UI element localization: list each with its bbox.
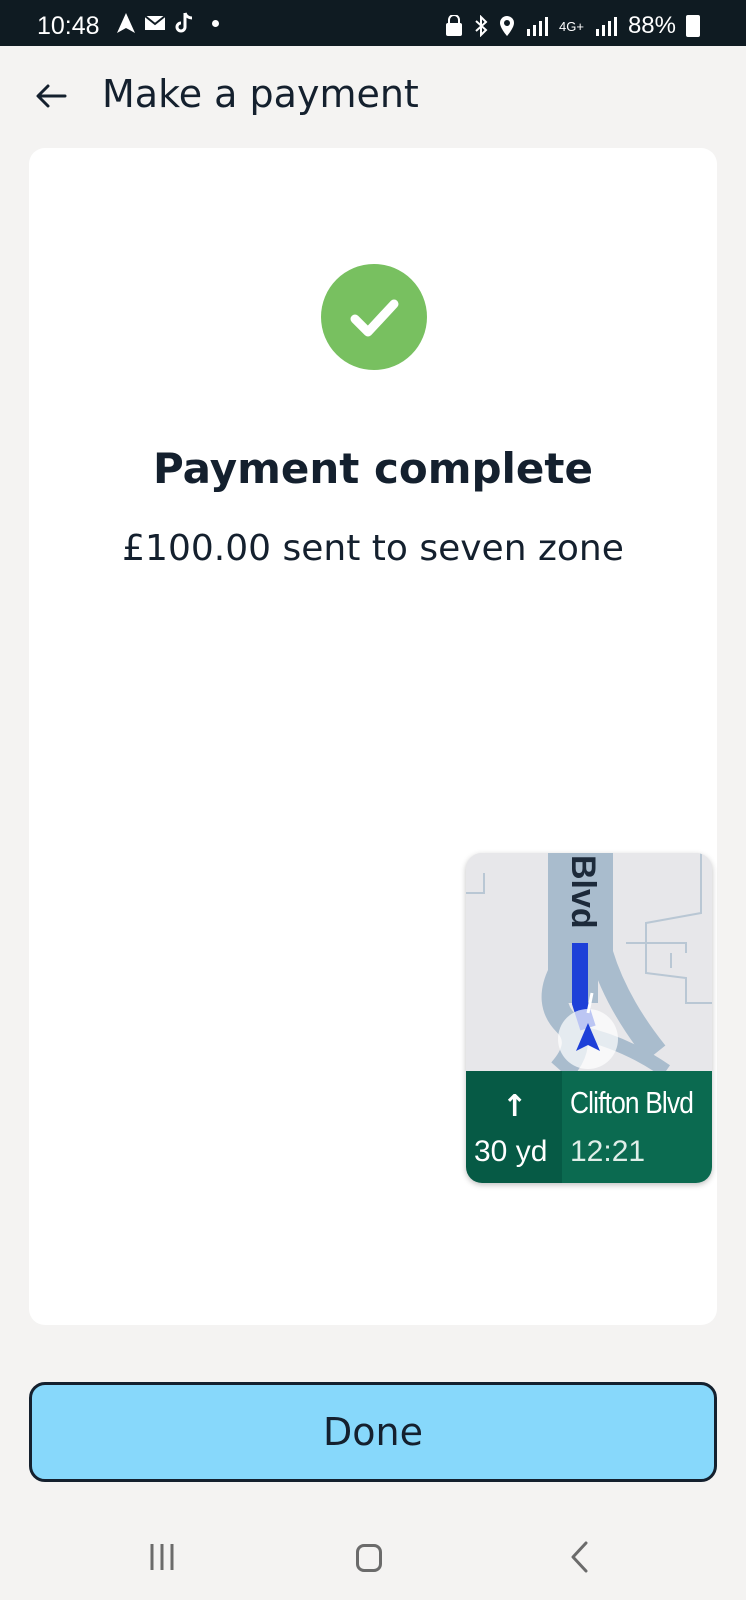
- bluetooth-icon: [475, 15, 488, 37]
- nav-maneuver: ↑ 30 yd: [466, 1071, 562, 1183]
- status-time: 10:48: [37, 12, 100, 40]
- roaming-signal-icon: [527, 17, 549, 36]
- tiktok-icon: [175, 12, 193, 33]
- map-road-label: Blvd: [564, 855, 602, 929]
- nav-instruction-panel[interactable]: ↑ 30 yd Clifton Blvd 12:21: [466, 1071, 712, 1183]
- battery-charging-icon: [686, 15, 700, 37]
- payment-summary: £100.00 sent to seven zone: [122, 528, 624, 569]
- vpn-lock-icon: [446, 15, 463, 36]
- page-title: Make a payment: [102, 72, 419, 116]
- nav-map[interactable]: Blvd: [466, 853, 712, 1071]
- status-left-icons: [116, 12, 219, 34]
- location-icon: [500, 16, 515, 36]
- nav-eta: 12:21: [570, 1135, 646, 1168]
- signal-icon: [595, 17, 617, 36]
- check-circle-icon: [321, 264, 427, 370]
- status-right-icons: 4G+ 88%: [445, 12, 700, 40]
- nav-distance: 30 yd: [474, 1135, 548, 1168]
- status-bar: 10:48 4G+ 88%: [0, 0, 746, 46]
- back-icon[interactable]: [568, 1540, 592, 1574]
- payment-status-title: Payment complete: [153, 444, 593, 493]
- arrow-left-icon[interactable]: [33, 78, 69, 114]
- nav-street-info: Clifton Blvd 12:21: [562, 1071, 712, 1183]
- notification-dot: [212, 19, 219, 27]
- navigation-overlay[interactable]: Blvd ↑ 30 yd Clifton Blvd 12:21: [466, 853, 712, 1183]
- system-nav-bar: [0, 1500, 746, 1600]
- app-header: Make a payment: [0, 46, 746, 146]
- mail-icon: [144, 15, 166, 30]
- recents-icon[interactable]: [148, 1542, 178, 1572]
- 4g-icon: 4G+: [559, 18, 584, 34]
- battery-level: 88%: [627, 12, 676, 39]
- check-icon: [350, 299, 399, 337]
- done-button[interactable]: Done: [29, 1382, 717, 1482]
- arrow-up-icon: ↑: [502, 1089, 528, 1124]
- navigation-icon: [117, 13, 135, 33]
- home-icon[interactable]: [356, 1544, 382, 1572]
- nav-street-name: Clifton Blvd: [570, 1085, 694, 1120]
